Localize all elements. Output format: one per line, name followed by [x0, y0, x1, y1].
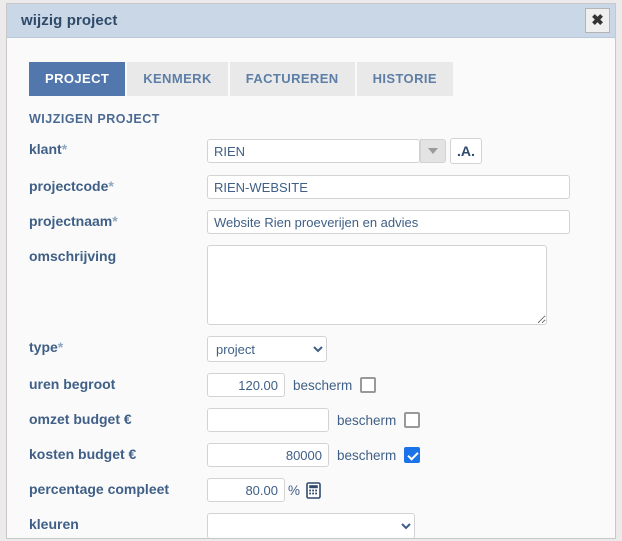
row-klant: klant* .A.	[29, 138, 615, 164]
tab-factureren[interactable]: FACTUREREN	[229, 62, 355, 96]
projectnaam-input[interactable]	[207, 210, 570, 234]
klant-input[interactable]	[207, 139, 420, 163]
type-select[interactable]: project	[207, 336, 327, 362]
project-form: WIJZIGEN PROJECT klant* .A. projectcode*	[7, 112, 615, 538]
required-asterisk: *	[108, 178, 114, 194]
klant-abbr-button[interactable]: .A.	[450, 138, 482, 164]
close-icon: ✖	[591, 12, 604, 29]
label-type: type*	[29, 336, 207, 355]
field-projectnaam	[207, 210, 570, 234]
kosten-budget-protect-label: bescherm	[337, 447, 397, 463]
label-projectnaam: projectnaam*	[29, 210, 207, 229]
kosten-budget-input[interactable]	[207, 443, 329, 467]
row-kosten-budget: kosten budget € bescherm	[29, 443, 615, 467]
row-kleuren: kleuren	[29, 513, 615, 538]
calculator-icon[interactable]	[306, 481, 321, 499]
tab-project[interactable]: PROJECT	[29, 62, 126, 96]
dialog-titlebar: wijzig project ✖	[7, 4, 615, 38]
page-background: wijzig project ✖ PROJECT KENMERK FACTURE…	[0, 0, 622, 541]
field-omschrijving	[207, 245, 547, 325]
label-percentage-compleet: percentage compleet	[29, 481, 170, 497]
omschrijving-textarea[interactable]	[207, 245, 547, 325]
row-projectcode: projectcode*	[29, 175, 615, 199]
field-uren-begroot: bescherm	[207, 373, 377, 397]
uren-begroot-input[interactable]	[207, 373, 285, 397]
label-projectcode-text: projectcode	[29, 178, 109, 194]
label-omschrijving: omschrijving	[29, 248, 117, 264]
required-asterisk: *	[112, 213, 118, 229]
tab-historie[interactable]: HISTORIE	[356, 62, 453, 96]
dialog-title: wijzig project	[21, 12, 118, 29]
field-percentage-compleet: %	[207, 478, 321, 502]
label-kleuren: kleuren	[29, 516, 79, 532]
row-percentage-compleet: percentage compleet %	[29, 478, 615, 502]
percentage-compleet-input[interactable]	[207, 478, 285, 502]
field-kleuren	[207, 513, 415, 538]
percent-sign: %	[288, 482, 301, 498]
row-projectnaam: projectnaam*	[29, 210, 615, 234]
omzet-budget-protect-label: bescherm	[337, 412, 397, 428]
tab-kenmerk[interactable]: KENMERK	[127, 62, 228, 96]
label-projectnaam-text: projectnaam	[29, 213, 113, 229]
uren-begroot-protect-checkbox[interactable]	[360, 377, 377, 393]
field-kosten-budget: bescherm	[207, 443, 421, 467]
required-asterisk: *	[61, 141, 68, 157]
uren-begroot-protect-label: bescherm	[293, 377, 353, 393]
label-klant-text: klant	[29, 141, 62, 157]
field-projectcode	[207, 175, 570, 199]
kosten-budget-protect-checkbox[interactable]	[404, 447, 421, 463]
label-omzet-budget: omzet budget €	[29, 411, 132, 427]
field-omzet-budget: bescherm	[207, 408, 421, 432]
row-type: type* project	[29, 336, 615, 362]
field-type: project	[207, 336, 327, 362]
close-button[interactable]: ✖	[585, 8, 610, 33]
label-kosten-budget: kosten budget €	[29, 446, 137, 462]
required-asterisk: *	[57, 339, 64, 355]
row-omzet-budget: omzet budget € bescherm	[29, 408, 615, 432]
chevron-down-icon[interactable]	[420, 139, 446, 163]
kleuren-select[interactable]	[207, 513, 415, 538]
omzet-budget-input[interactable]	[207, 408, 329, 432]
edit-project-dialog: wijzig project ✖ PROJECT KENMERK FACTURE…	[6, 3, 616, 539]
omzet-budget-protect-checkbox[interactable]	[404, 412, 421, 428]
projectcode-input[interactable]	[207, 175, 570, 199]
label-type-text: type	[29, 339, 58, 355]
label-uren-begroot: uren begroot	[29, 376, 116, 392]
tab-bar: PROJECT KENMERK FACTUREREN HISTORIE	[29, 62, 615, 96]
row-uren-begroot: uren begroot bescherm	[29, 373, 615, 397]
label-klant: klant*	[29, 138, 207, 157]
form-section-title: WIJZIGEN PROJECT	[29, 112, 160, 126]
field-klant: .A.	[207, 138, 482, 164]
label-projectcode: projectcode*	[29, 175, 207, 194]
row-omschrijving: omschrijving	[29, 245, 615, 325]
